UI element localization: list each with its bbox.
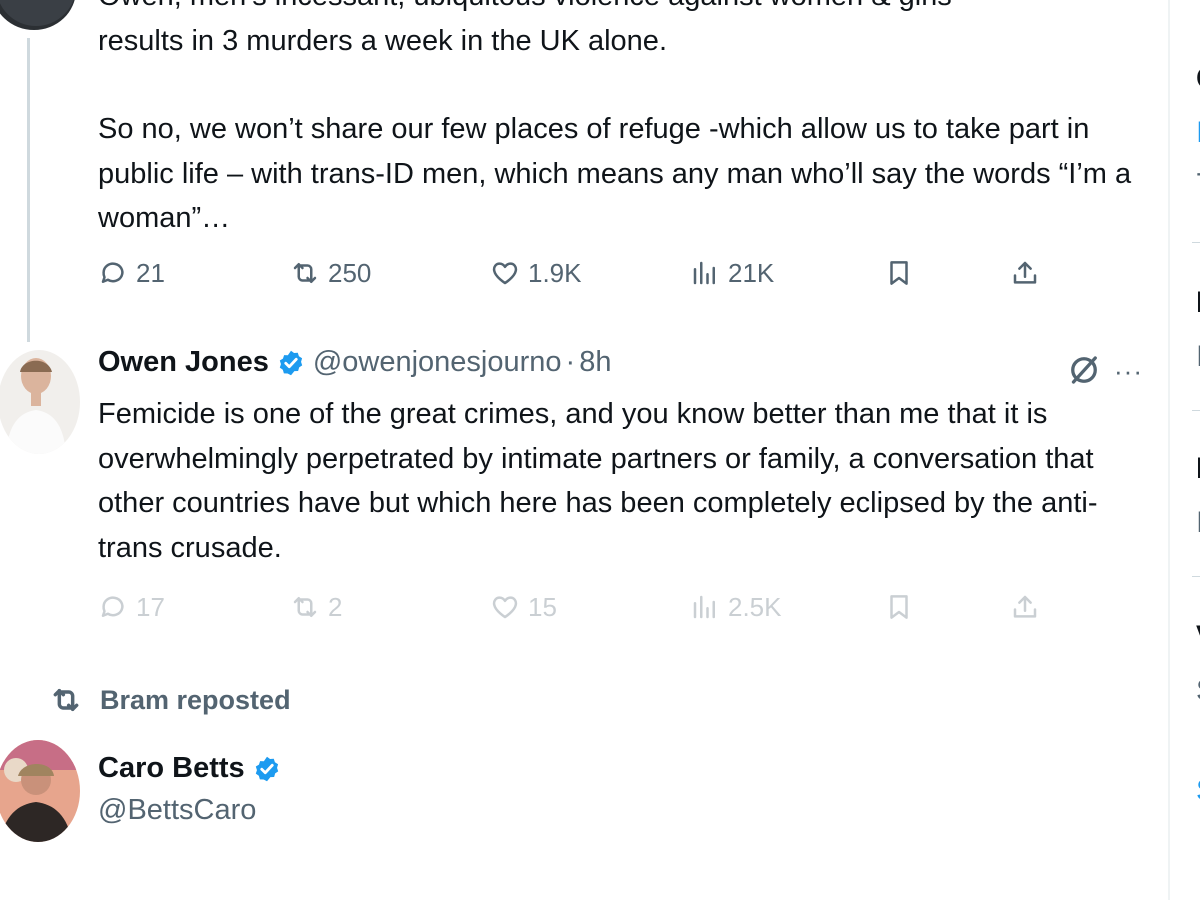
repost-button[interactable]: 2 xyxy=(290,587,342,627)
like-count: 15 xyxy=(528,591,557,622)
repost-count: 2 xyxy=(328,591,343,622)
divider xyxy=(1192,576,1200,577)
avatar[interactable] xyxy=(0,350,80,454)
reply-button[interactable]: 17 xyxy=(98,587,165,627)
share-button[interactable] xyxy=(1010,587,1040,627)
heart-icon xyxy=(492,596,518,619)
grok-icon[interactable] xyxy=(1066,352,1102,388)
sidebar-fragment[interactable]: V xyxy=(1196,620,1200,654)
sidebar-fragment: C xyxy=(1196,62,1200,96)
share-icon xyxy=(1013,595,1037,618)
verified-badge-icon xyxy=(279,350,303,375)
share-button[interactable] xyxy=(1010,253,1040,293)
reply-count: 17 xyxy=(136,591,165,622)
views-count: 2.5K xyxy=(728,591,782,622)
sidebar-fragment[interactable]: I xyxy=(1196,116,1200,150)
reply-count: 21 xyxy=(136,257,165,288)
repost-label: Bram reposted xyxy=(100,684,291,715)
right-sidebar: C I - I I I I V S S xyxy=(1170,0,1200,900)
sidebar-fragment[interactable]: I xyxy=(1196,286,1200,320)
repost-count: 250 xyxy=(328,257,372,288)
avatar[interactable] xyxy=(0,0,76,30)
like-button[interactable]: 1.9K xyxy=(490,253,582,293)
thread-line xyxy=(27,38,30,342)
tweet-text: Femicide is one of the great crimes, and… xyxy=(98,398,1098,564)
tweet-actions: 17 2 15 2.5K xyxy=(98,587,1058,627)
divider xyxy=(1192,242,1200,243)
author-name[interactable]: Owen Jones xyxy=(98,346,269,379)
reply-icon xyxy=(101,596,124,617)
divider xyxy=(1192,410,1200,411)
views-button[interactable]: 21K xyxy=(690,253,774,293)
verified-badge-icon xyxy=(255,756,278,781)
repost-icon xyxy=(293,597,317,617)
views-icon xyxy=(693,261,715,285)
avatar[interactable] xyxy=(0,740,80,842)
author-name[interactable]: Caro Betts xyxy=(98,752,245,785)
tweet-text-paragraph: So no, we won’t share our few places of … xyxy=(98,113,1140,234)
repost-icon xyxy=(53,688,79,712)
share-icon xyxy=(1013,261,1037,284)
bookmark-icon xyxy=(890,595,908,619)
heart-icon xyxy=(492,262,518,285)
tweet-header-handle: @BettsCaro xyxy=(98,794,256,827)
sidebar-fragment[interactable]: S xyxy=(1196,774,1200,808)
bookmark-icon xyxy=(890,261,908,285)
tweet-header: Owen Jones @owenjonesjourno · 8h xyxy=(98,346,611,379)
timestamp[interactable]: 8h xyxy=(579,346,611,379)
sidebar-fragment: S xyxy=(1196,674,1200,708)
tweet-actions: 21 250 1.9K 21K xyxy=(98,253,1058,293)
like-button[interactable]: 15 xyxy=(490,587,557,627)
sidebar-fragment: I xyxy=(1196,340,1200,374)
tweet-text-line-cut: Owen, men’s incessant, ubiquitous violen… xyxy=(98,0,1158,19)
sidebar-fragment: I xyxy=(1196,506,1200,540)
tweet-header: Caro Betts xyxy=(98,752,289,785)
sidebar-fragment: - xyxy=(1196,156,1200,190)
bookmark-button[interactable] xyxy=(884,253,914,293)
reply-button[interactable]: 21 xyxy=(98,253,165,293)
views-icon xyxy=(693,595,715,619)
more-options-icon[interactable]: ··· xyxy=(1114,356,1154,386)
repost-icon xyxy=(293,263,317,283)
views-count: 21K xyxy=(728,257,775,288)
author-handle[interactable]: @BettsCaro xyxy=(98,794,256,827)
sidebar-fragment[interactable]: I xyxy=(1196,452,1200,486)
bookmark-button[interactable] xyxy=(884,587,914,627)
reply-icon xyxy=(101,262,124,283)
like-count: 1.9K xyxy=(528,257,582,288)
repost-context[interactable]: Bram reposted xyxy=(50,684,291,716)
separator-dot: · xyxy=(565,346,576,378)
views-button[interactable]: 2.5K xyxy=(690,587,782,627)
repost-button[interactable]: 250 xyxy=(290,253,371,293)
timeline: Owen, men’s incessant, ubiquitous violen… xyxy=(0,0,1168,900)
tweet-text-line: results in 3 murders a week in the UK al… xyxy=(98,24,667,57)
tweet-text: Owen, men’s incessant, ubiquitous violen… xyxy=(98,0,1158,241)
author-handle[interactable]: @owenjonesjourno xyxy=(313,346,562,379)
